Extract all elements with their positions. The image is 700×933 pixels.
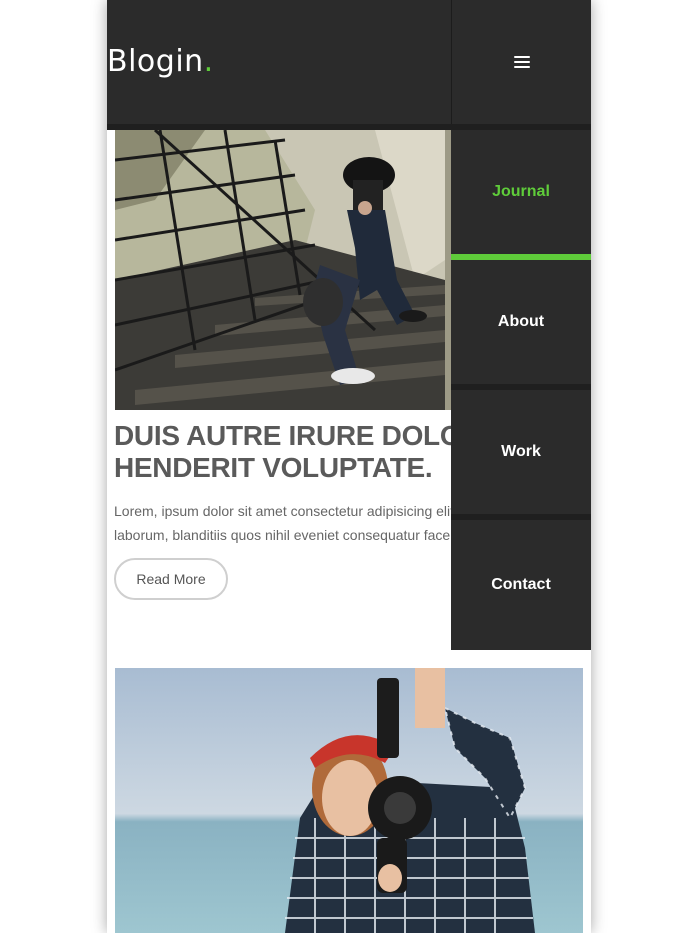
nav-item-label: Contact [491, 576, 551, 593]
menu-toggle-button[interactable] [451, 0, 591, 124]
nav-item-contact[interactable]: Contact [451, 520, 591, 650]
logo-dot: . [203, 44, 214, 79]
site-header: Blogin. [107, 0, 451, 124]
site-logo[interactable]: Blogin. [107, 44, 214, 84]
nav-item-label: Work [501, 443, 541, 460]
nav-item-work[interactable]: Work [451, 390, 591, 514]
nav-item-about[interactable]: About [451, 260, 591, 384]
read-more-button[interactable]: Read More [114, 558, 228, 600]
main-nav-menu: Journal About Work Contact [451, 130, 591, 650]
nav-item-label: Journal [492, 183, 550, 200]
nav-item-label: About [497, 313, 545, 330]
logo-text: Blogin [107, 44, 204, 79]
nav-item-journal[interactable]: Journal [451, 130, 591, 260]
post-image-camera[interactable] [115, 668, 583, 933]
page-frame: Blogin. DUIS AUTRE IRURE DOLOR HENDERIT … [107, 0, 591, 933]
hamburger-icon [514, 56, 530, 68]
